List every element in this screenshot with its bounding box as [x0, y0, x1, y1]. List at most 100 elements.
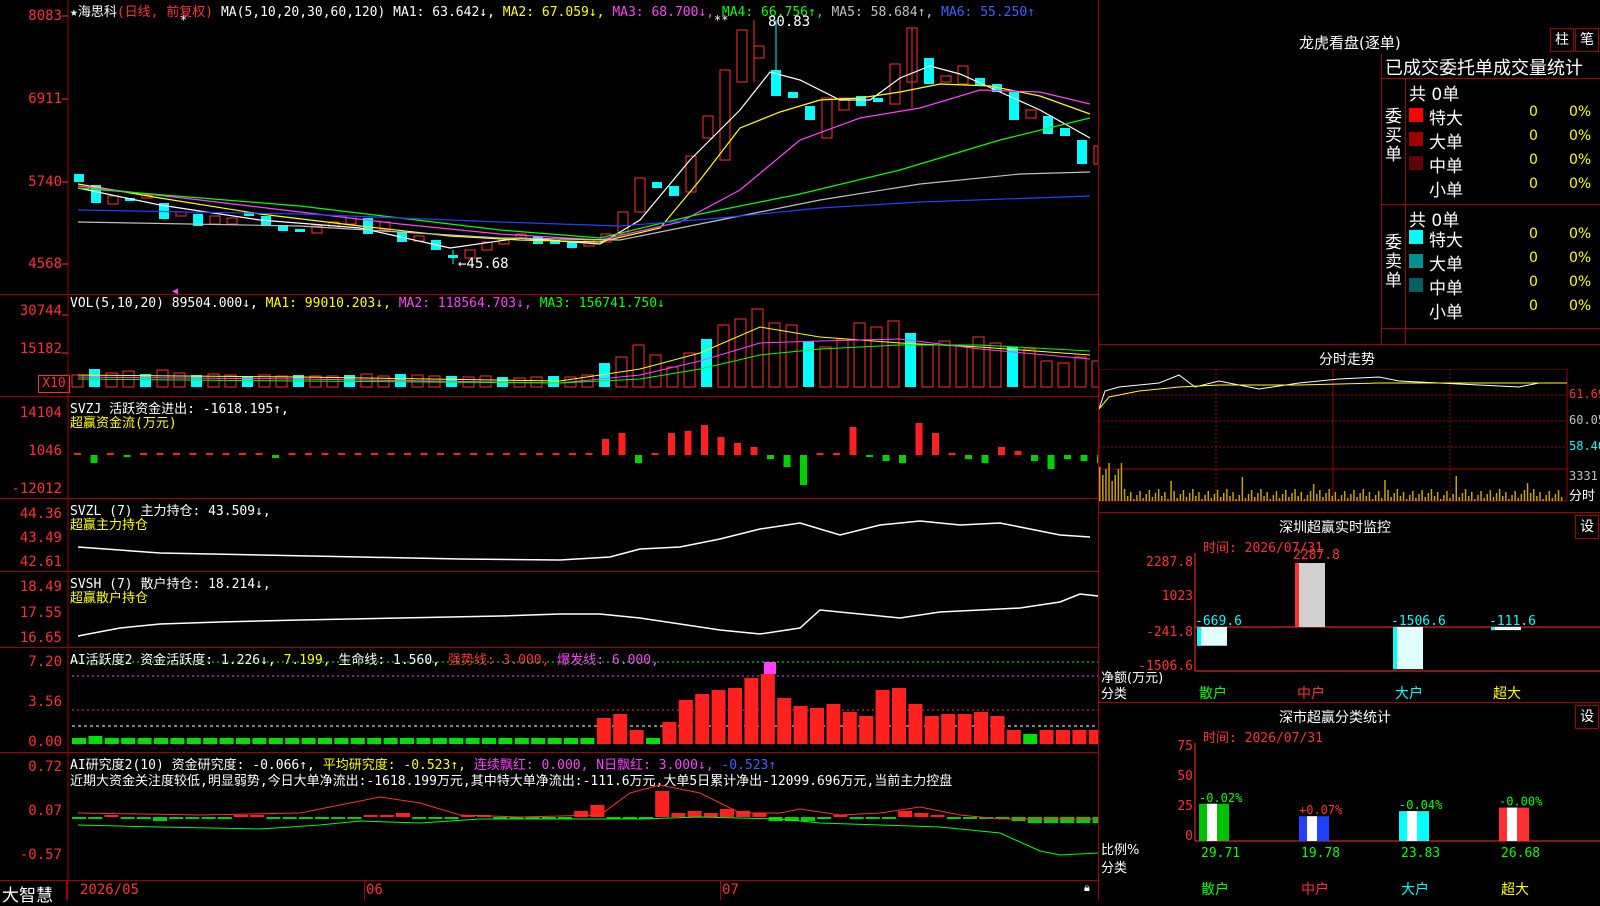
volume-bar	[836, 338, 849, 388]
intraday-volume-bar	[1334, 492, 1337, 501]
intraday-volume-bar	[1498, 489, 1501, 501]
intraday-volume-bar	[1378, 491, 1380, 501]
intraday-volume-bar	[1105, 469, 1107, 501]
intraday-volume-bar	[1272, 495, 1275, 501]
intraday-chart[interactable]	[1099, 369, 1600, 513]
activity-bar	[104, 738, 119, 744]
price-panel[interactable]: ★海思科(日线, 前复权) MA(5,10,20,30,60,120) MA1:…	[0, 0, 1098, 295]
buy-row-label: 特大	[1429, 109, 1463, 129]
intraday-volume-bar	[1303, 499, 1306, 501]
sz-class-category-label: 超大	[1501, 882, 1529, 898]
intraday-volume-bar	[1467, 496, 1470, 501]
intraday-volume-bar	[1192, 489, 1194, 501]
intraday-volume-bar	[1099, 467, 1101, 501]
intraday-volume-bar	[1486, 494, 1488, 501]
flow-bar	[123, 455, 131, 457]
intraday-volume-bar	[1164, 492, 1166, 501]
lhb-tabs[interactable]: 已成交委托单成交量统计	[1385, 54, 1583, 80]
research-bar	[363, 815, 378, 817]
activity-bar	[826, 704, 841, 744]
sell-color-swatch	[1409, 278, 1423, 292]
ai-research-panel[interactable]: AI研究度2(10) 资金研究度: -0.066↑, 平均研究度: -0.523…	[0, 753, 1098, 881]
lock-icon[interactable]: 🔒︎	[1084, 881, 1090, 895]
intraday-volume-bar	[1139, 491, 1141, 501]
research-bar	[1027, 817, 1042, 823]
flow-bar	[371, 453, 378, 455]
intraday-volume-bar	[1492, 497, 1495, 501]
intraday-volume-bar	[1133, 499, 1135, 501]
intraday-volume-bar	[1176, 498, 1178, 501]
sz-class-panel[interactable]: 深市超赢分类统计 设 时间: 2026/07/31 75 50 25 0 比例%…	[1099, 702, 1600, 901]
flow-bar	[684, 431, 692, 455]
intraday-volume-bar	[1508, 499, 1510, 501]
intraday-volume-bar	[1452, 494, 1454, 501]
bar-view-button[interactable]: 柱	[1550, 28, 1574, 52]
candlestick-chart[interactable]: * ** ◀	[0, 0, 1098, 294]
intraday-volume-bar	[1533, 489, 1535, 501]
intraday-volume-bar	[1560, 497, 1563, 501]
activity-bar	[662, 722, 677, 744]
flow-bar	[503, 453, 510, 455]
intraday-volume-bar	[1148, 490, 1151, 501]
activity-bar	[547, 738, 562, 744]
intraday-volume-bar	[1557, 490, 1560, 501]
tick-view-button[interactable]: 笔	[1575, 28, 1599, 52]
flow-bar	[602, 439, 609, 455]
flow-bar	[354, 453, 362, 455]
activity-bar	[449, 738, 464, 744]
intraday-volume-bar	[1331, 496, 1333, 501]
activity-bar	[744, 678, 759, 744]
sell-orders-label: 委卖单	[1385, 233, 1402, 291]
intraday-volume-bar	[1436, 492, 1439, 501]
intraday-volume-bar	[1278, 498, 1281, 501]
intraday-volume-bar	[1523, 490, 1526, 501]
intraday-volume-bar	[1275, 491, 1278, 501]
sell-color-swatch	[1409, 254, 1423, 268]
activity-bar	[268, 738, 283, 744]
intraday-volume-bar	[1142, 498, 1144, 501]
intraday-volume-bar	[1201, 499, 1203, 501]
intraday-volume-bar	[1111, 481, 1113, 501]
sell-row-pct: 0%	[1569, 274, 1592, 290]
flow-bar	[948, 453, 956, 455]
volume-bar	[768, 322, 781, 388]
intraday-volume-bar	[1520, 494, 1523, 501]
flow-bar	[387, 453, 395, 455]
activity-bar	[695, 694, 710, 744]
intraday-volume-bar	[1145, 494, 1147, 501]
volume-bar	[938, 340, 951, 388]
research-bar	[703, 813, 718, 817]
research-bar	[898, 811, 913, 817]
volume-bar	[242, 376, 253, 387]
volume-bar	[89, 369, 100, 387]
research-bar	[1076, 817, 1091, 823]
intraday-volume-bar	[1511, 495, 1513, 501]
lhb-panel[interactable]: 龙虎看盘(逐单) 柱 笔 已成交委托单成交量统计 委买单 委卖单 共 0单 特大…	[1099, 0, 1600, 344]
intraday-volume-bar	[1495, 493, 1498, 501]
sz-net-value-label: -669.6	[1195, 614, 1242, 629]
intraday-volume-bar	[1458, 497, 1461, 501]
sell-row-count: 0	[1529, 274, 1538, 290]
svzl-panel[interactable]: SVZL (7) 主力持仓: 43.509↓, 超赢主力持仓 44.36 43.…	[0, 499, 1098, 572]
svzj-panel[interactable]: SVZJ 活跃资金进出: -1618.195↑, 超赢资金流(万元) 14104…	[0, 397, 1098, 499]
intraday-volume-bar	[1325, 493, 1327, 501]
flow-bar	[1047, 455, 1055, 469]
volume-bar	[275, 375, 288, 388]
intraday-panel[interactable]: 分时走势 61.69 60.05 58.40 3331 分时	[1099, 344, 1600, 513]
intraday-volume-bar	[1545, 495, 1547, 501]
svsh-panel[interactable]: SVSH (7) 散户持仓: 18.214↓, 超赢散户持仓 18.49 17.…	[0, 572, 1098, 648]
intraday-volume-bar	[1126, 496, 1129, 501]
volume-panel[interactable]: VOL(5,10,20) 89504.000↓, MA1: 99010.203↓…	[0, 295, 1098, 397]
research-bar	[720, 809, 734, 817]
ai-research-chart	[67, 753, 1098, 880]
intraday-volume-bar	[1322, 497, 1324, 501]
research-bar	[331, 817, 346, 819]
research-bar	[201, 817, 216, 819]
intraday-volume-bar	[1102, 475, 1104, 501]
ai-active-panel[interactable]: AI活跃度2 资金活跃度: 1.226↓, 7.199, 生命线: 1.560,…	[0, 648, 1098, 753]
sz-monitor-panel[interactable]: 深圳超赢实时监控 设 时间: 2026/07/31 2287.8 1023 -2…	[1099, 512, 1600, 703]
activity-bar	[88, 736, 103, 744]
intraday-volume-bar	[1154, 493, 1157, 501]
sell-row-label: 小单	[1429, 303, 1463, 323]
buy-row-count: 0	[1529, 152, 1538, 168]
